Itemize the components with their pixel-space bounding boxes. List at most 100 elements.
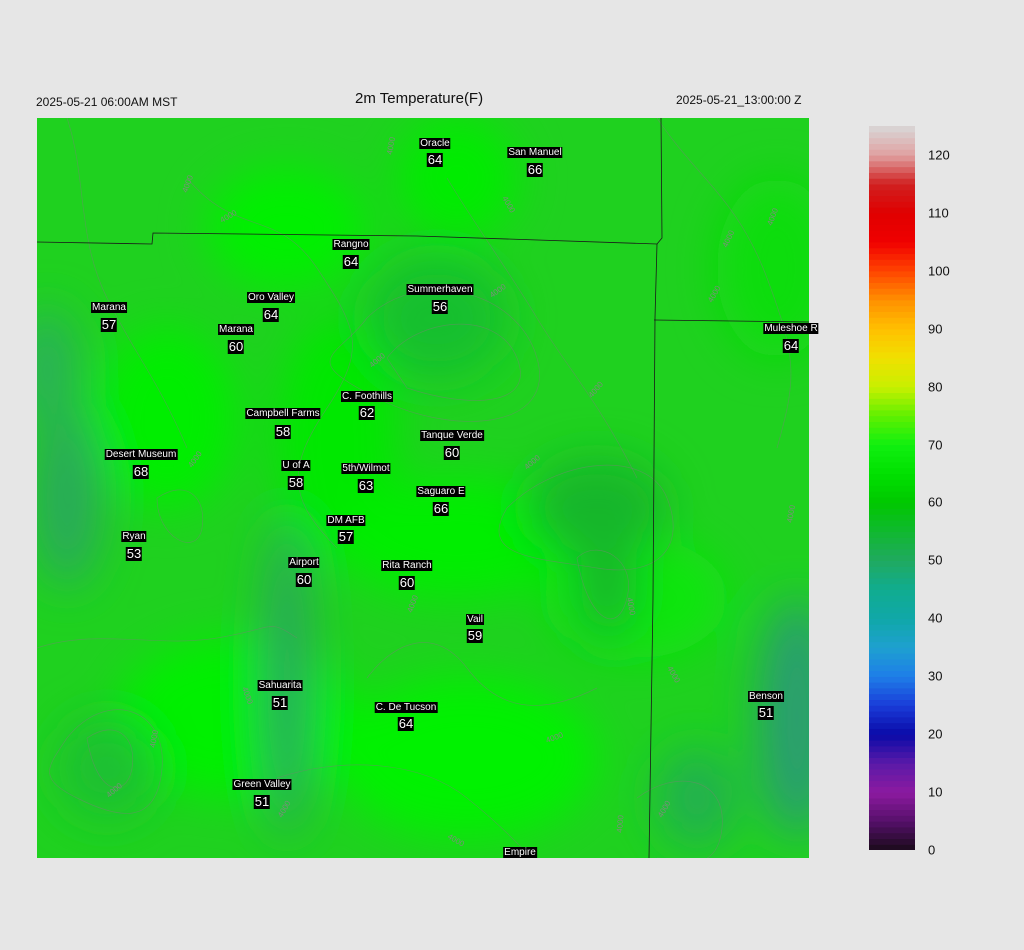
station-temperature: 64 (397, 716, 415, 731)
colorbar-band (869, 409, 915, 417)
colorbar-band (869, 792, 915, 799)
colorbar-tick-label: 120 (928, 147, 950, 163)
colorbar-tick-label: 30 (928, 668, 943, 684)
colorbar-band (869, 612, 915, 619)
colorbar-tick-label: 90 (928, 321, 943, 337)
colorbar-band (869, 554, 915, 561)
colorbar-band (869, 357, 915, 365)
colorbar-band (869, 525, 915, 533)
colorbar-band (869, 421, 915, 428)
colorbar-band (869, 253, 915, 260)
colorbar-band (869, 664, 915, 672)
colorbar-band (869, 693, 915, 701)
colorbar-band (869, 786, 915, 793)
station-name: C. De Tucson (374, 702, 438, 713)
station-name: Rita Ranch (381, 560, 433, 571)
colorbar-band (869, 450, 915, 457)
station-temperature: 51 (271, 695, 289, 710)
station-temperature: 59 (466, 628, 484, 643)
station-name: U of A (281, 460, 311, 471)
station-temperature: 64 (342, 254, 360, 269)
station-name: Airport (288, 557, 320, 568)
colorbar-tick-label: 40 (928, 610, 943, 626)
colorbar-band (869, 328, 915, 336)
colorbar-band (869, 247, 915, 255)
colorbar-band (869, 432, 915, 440)
colorbar-band (869, 809, 915, 816)
colorbar-band (869, 768, 915, 776)
colorbar-band (869, 676, 915, 683)
colorbar-band (869, 143, 915, 150)
colorbar-tick-label: 80 (928, 379, 943, 395)
colorbar-band (869, 456, 915, 463)
colorbar-band (869, 149, 915, 156)
station-temperature: 58 (274, 424, 292, 439)
colorbar-band (869, 502, 915, 509)
colorbar-band (869, 340, 915, 347)
colorbar-band (869, 461, 915, 469)
colorbar-band (869, 398, 915, 405)
colorbar-band (869, 438, 915, 446)
colorbar-band (869, 195, 915, 202)
station-temperature: 60 (227, 339, 245, 354)
colorbar-band (869, 270, 915, 278)
colorbar-band (869, 288, 915, 295)
colorbar-band (869, 571, 915, 579)
colorbar-band (869, 282, 915, 289)
colorbar-tick-label: 70 (928, 437, 943, 453)
colorbar-band (869, 160, 915, 168)
station-name: Rangno (332, 239, 370, 250)
station-name: Summerhaven (406, 284, 474, 295)
colorbar-band (869, 415, 915, 422)
colorbar-band (869, 543, 915, 550)
colorbar-band (869, 479, 915, 486)
colorbar-band (869, 600, 915, 608)
station-name: C. Foothills (340, 391, 394, 402)
colorbar-band (869, 803, 915, 811)
colorbar-band (869, 189, 915, 197)
colorbar-band (869, 265, 915, 272)
colorbar-band (869, 334, 915, 341)
station-name: Muleshoe R (763, 323, 819, 334)
colorbar-band (869, 797, 915, 805)
colorbar-band (869, 734, 915, 741)
colorbar-band (869, 230, 915, 237)
colorbar-band (869, 166, 915, 173)
colorbar-band (869, 259, 915, 266)
colorbar-band (869, 444, 915, 451)
colorbar-band (869, 212, 915, 220)
colorbar-tick-label: 110 (928, 205, 949, 221)
colorbar-band (869, 496, 915, 504)
colorbar-band (869, 236, 915, 243)
station-temperature: 66 (432, 501, 450, 516)
colorbar-band (869, 485, 915, 492)
station-temperature: 64 (262, 307, 280, 322)
colorbar-band (869, 832, 915, 840)
colorbar-band (869, 548, 915, 556)
colorbar-tick-label: 10 (928, 784, 943, 800)
station-name: Tanque Verde (420, 430, 484, 441)
colorbar-band (869, 763, 915, 770)
map-title: 2m Temperature(F) (355, 90, 484, 107)
colorbar-band (869, 682, 915, 689)
colorbar-band (869, 172, 915, 179)
colorbar-band (869, 815, 915, 822)
colorbar-band (869, 131, 915, 139)
colorbar-band (869, 369, 915, 376)
station-name: Saguaro E (416, 486, 466, 497)
colorbar-band (869, 705, 915, 712)
temperature-colorbar (869, 126, 915, 850)
colorbar-band (869, 126, 915, 133)
colorbar-band (869, 751, 915, 758)
valid-time-utc: 2025-05-21_13:00:00 Z (676, 93, 802, 107)
colorbar-band (869, 844, 915, 850)
colorbar-band (869, 218, 915, 226)
colorbar-band (869, 293, 915, 301)
station-temperature: 57 (337, 529, 355, 544)
colorbar-band (869, 722, 915, 729)
colorbar-band (869, 560, 915, 567)
station-name: Vail (466, 614, 484, 625)
colorbar-band (869, 774, 915, 782)
colorbar-band (869, 566, 915, 573)
colorbar-band (869, 641, 915, 648)
